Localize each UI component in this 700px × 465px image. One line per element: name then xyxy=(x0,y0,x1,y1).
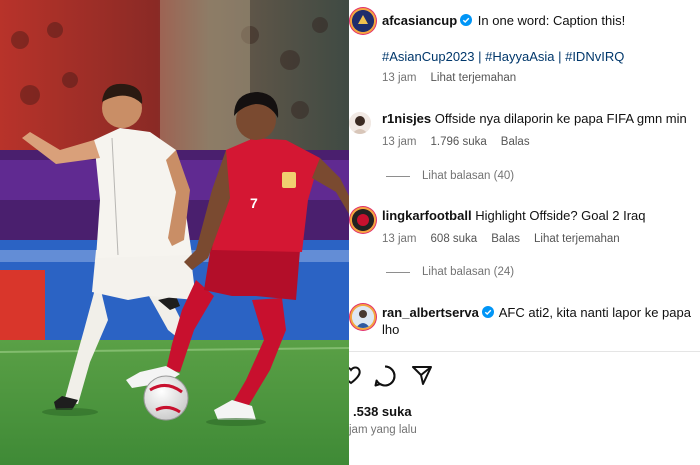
comment-1-username[interactable]: r1nisjes xyxy=(382,111,431,126)
comment-2-view-replies[interactable]: Lihat balasan (24) xyxy=(386,266,514,278)
post-caption-text: In one word: Caption this! xyxy=(477,13,626,28)
post-photo[interactable]: 7 xyxy=(0,0,349,465)
comment-3-username[interactable]: ran_albertserva xyxy=(382,305,479,320)
post-hashtags[interactable]: #AsianCup2023 | #HayyaAsia | #IDNvIRQ xyxy=(382,49,624,64)
verified-icon xyxy=(460,14,473,26)
comment-2-text: Highlight Offside? Goal 2 Iraq xyxy=(475,208,646,223)
comment-3-text: AFC ati2, kita nanti lapor ke papa xyxy=(498,305,691,320)
replies-divider-line xyxy=(386,271,410,273)
comment-1-likes[interactable]: 1.796 suka xyxy=(431,136,487,148)
comment-1-view-replies[interactable]: Lihat balasan (40) xyxy=(386,170,514,182)
post-timestamp: jam yang lalu xyxy=(349,424,417,436)
post-like-count[interactable]: .538 suka xyxy=(353,404,412,419)
comments-panel: afcasiancup In one word: Caption this! #… xyxy=(349,0,700,465)
comment-2-meta: 13 jam 608 suka Balas Lihat terjemahan xyxy=(382,233,634,245)
comment-3-continued: lho xyxy=(382,322,400,337)
ran-albertserva-avatar[interactable] xyxy=(352,306,374,328)
replies-divider-line xyxy=(386,175,410,177)
red-jersey-number: 7 xyxy=(250,195,258,211)
comment-1-time: 13 jam xyxy=(382,136,417,148)
comment-2-time: 13 jam xyxy=(382,233,417,245)
comment-2-translate-link[interactable]: Lihat terjemahan xyxy=(534,233,620,245)
post-caption: afcasiancup In one word: Caption this! xyxy=(382,12,700,30)
comment-1-reply-button[interactable]: Balas xyxy=(501,136,530,148)
post-translate-link[interactable]: Lihat terjemahan xyxy=(431,72,517,84)
comment-1-meta: 13 jam 1.796 suka Balas xyxy=(382,136,544,148)
indonesia-crest-icon xyxy=(282,172,296,188)
comment-1-text: Offside nya dilaporin ke papa FIFA gmn m… xyxy=(434,111,687,126)
comment-3: ran_albertserva AFC ati2, kita nanti lap… xyxy=(382,304,700,322)
afcasiancup-avatar[interactable] xyxy=(352,10,374,32)
r1nisjes-avatar[interactable] xyxy=(349,112,371,134)
comment-2: lingkarfootball Highlight Offside? Goal … xyxy=(382,207,700,225)
lingkarfootball-avatar[interactable] xyxy=(352,209,374,231)
football-match-photo: 7 xyxy=(0,0,349,465)
comment-icon[interactable] xyxy=(373,364,397,388)
comment-2-username[interactable]: lingkarfootball xyxy=(382,208,472,223)
heart-icon[interactable] xyxy=(349,364,361,386)
comment-2-reply-button[interactable]: Balas xyxy=(491,233,520,245)
comment-1-replies-label[interactable]: Lihat balasan (40) xyxy=(422,170,514,182)
post-time: 13 jam xyxy=(382,72,417,84)
comment-2-likes[interactable]: 608 suka xyxy=(431,233,478,245)
verified-icon xyxy=(481,306,494,318)
actions-divider xyxy=(349,351,700,352)
share-icon[interactable] xyxy=(411,364,433,386)
comment-1: r1nisjes Offside nya dilaporin ke papa F… xyxy=(382,110,700,128)
post-meta: 13 jam Lihat terjemahan xyxy=(382,72,530,84)
post-username[interactable]: afcasiancup xyxy=(382,13,457,28)
comment-2-replies-label[interactable]: Lihat balasan (24) xyxy=(422,266,514,278)
